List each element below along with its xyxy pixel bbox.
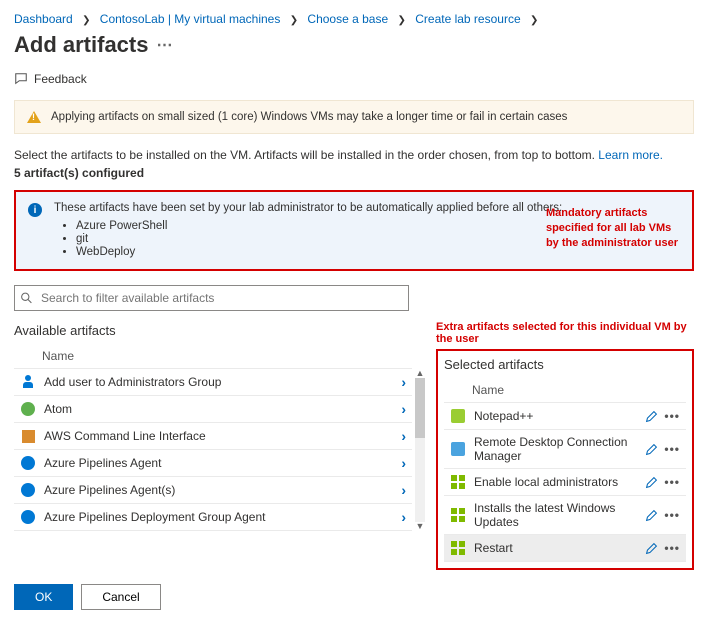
more-icon[interactable]: •••	[664, 541, 680, 555]
scrollbar[interactable]: ▲ ▼	[414, 369, 426, 531]
search-box[interactable]	[14, 285, 409, 311]
crumb-choose-base[interactable]: Choose a base	[307, 12, 388, 26]
available-row[interactable]: Azure Pipelines Agent›	[14, 450, 412, 477]
info-icon: i	[28, 203, 42, 217]
artifact-label: Add user to Administrators Group	[44, 375, 401, 389]
chevron-right-icon: ❯	[530, 15, 538, 26]
chevron-right-icon: ›	[401, 401, 406, 417]
row-tools: •••	[645, 409, 680, 423]
row-tools: •••	[645, 508, 680, 522]
crumb-dashboard[interactable]: Dashboard	[14, 12, 73, 26]
scroll-thumb[interactable]	[415, 378, 425, 438]
instruction-text: Select the artifacts to be installed on …	[14, 148, 694, 162]
notepad-icon	[450, 408, 466, 424]
artifact-label: Enable local administrators	[474, 475, 645, 489]
feedback-icon	[14, 72, 28, 86]
selected-callout: Extra artifacts selected for this indivi…	[436, 321, 694, 345]
grid-icon	[450, 540, 466, 556]
chevron-right-icon: ›	[401, 455, 406, 471]
grid-icon	[450, 474, 466, 490]
row-tools: •••	[645, 541, 680, 555]
more-icon[interactable]: •••	[664, 475, 680, 489]
crumb-create-resource[interactable]: Create lab resource	[415, 12, 520, 26]
azure-icon	[20, 482, 36, 498]
artifact-label: AWS Command Line Interface	[44, 429, 401, 443]
artifact-label: Installs the latest Windows Updates	[474, 501, 645, 529]
chevron-right-icon: ›	[401, 428, 406, 444]
page-title: Add artifacts ⋯	[14, 32, 694, 58]
artifact-label: Restart	[474, 541, 645, 555]
button-bar: OK Cancel	[14, 584, 694, 610]
rdcm-icon	[450, 441, 466, 457]
more-icon[interactable]: •••	[664, 442, 680, 456]
artifact-label: Atom	[44, 402, 401, 416]
grid-icon	[450, 507, 466, 523]
row-tools: •••	[645, 442, 680, 456]
available-artifacts-panel: Available artifacts Name ▲ ▼ Add user to…	[14, 321, 412, 531]
selected-row[interactable]: Restart •••	[444, 535, 686, 562]
edit-icon[interactable]	[645, 443, 658, 456]
edit-icon[interactable]	[645, 476, 658, 489]
edit-icon[interactable]	[645, 509, 658, 522]
scroll-up-icon[interactable]: ▲	[416, 369, 425, 378]
edit-icon[interactable]	[645, 542, 658, 555]
configured-count: 5 artifact(s) configured	[14, 166, 694, 180]
chevron-right-icon: ›	[401, 482, 406, 498]
azure-icon	[20, 455, 36, 471]
selected-row[interactable]: Enable local administrators •••	[444, 469, 686, 496]
selected-row[interactable]: Installs the latest Windows Updates •••	[444, 496, 686, 535]
person-icon	[20, 374, 36, 390]
more-icon[interactable]: •••	[664, 409, 680, 423]
selected-list: Notepad++•••Remote Desktop Connection Ma…	[444, 403, 686, 562]
available-col-name[interactable]: Name	[14, 344, 412, 369]
mandatory-callout: Mandatory artifacts specified for all la…	[546, 206, 678, 251]
crumb-lab[interactable]: ContosoLab | My virtual machines	[100, 12, 281, 26]
warning-banner: Applying artifacts on small sized (1 cor…	[14, 100, 694, 134]
chevron-right-icon: ❯	[290, 15, 298, 26]
selected-row[interactable]: Remote Desktop Connection Manager •••	[444, 430, 686, 469]
selected-col-name[interactable]: Name	[444, 378, 686, 403]
learn-more-link[interactable]: Learn more.	[598, 148, 663, 162]
available-row[interactable]: Azure Pipelines Agent(s)›	[14, 477, 412, 504]
feedback-label: Feedback	[34, 72, 87, 86]
artifact-label: Azure Pipelines Agent	[44, 456, 401, 470]
more-icon[interactable]: •••	[664, 508, 680, 522]
chevron-right-icon: ❯	[82, 15, 90, 26]
chevron-right-icon: ›	[401, 509, 406, 525]
available-row[interactable]: Atom›	[14, 396, 412, 423]
warning-icon	[27, 111, 41, 123]
edit-icon[interactable]	[645, 410, 658, 423]
feedback-link[interactable]: Feedback	[14, 72, 694, 86]
search-icon	[20, 292, 33, 305]
artifact-label: Azure Pipelines Agent(s)	[44, 483, 401, 497]
cancel-button[interactable]: Cancel	[81, 584, 160, 610]
available-row[interactable]: AWS Command Line Interface›	[14, 423, 412, 450]
available-row[interactable]: Add user to Administrators Group›	[14, 369, 412, 396]
atom-icon	[20, 401, 36, 417]
ok-button[interactable]: OK	[14, 584, 73, 610]
available-list: ▲ ▼ Add user to Administrators Group›Ato…	[14, 369, 412, 531]
artifact-label: Azure Pipelines Deployment Group Agent	[44, 510, 401, 524]
available-row[interactable]: Azure Pipelines Deployment Group Agent›	[14, 504, 412, 531]
artifact-label: Remote Desktop Connection Manager	[474, 435, 645, 463]
breadcrumb: Dashboard ❯ ContosoLab | My virtual mach…	[14, 12, 694, 26]
azure-icon	[20, 509, 36, 525]
box-icon	[20, 428, 36, 444]
available-title: Available artifacts	[14, 323, 412, 338]
row-tools: •••	[645, 475, 680, 489]
selected-row[interactable]: Notepad++ •••	[444, 403, 686, 430]
chevron-right-icon: ❯	[398, 15, 406, 26]
more-icon[interactable]: ⋯	[156, 35, 173, 55]
chevron-right-icon: ›	[401, 374, 406, 390]
mandatory-artifacts-box: i These artifacts have been set by your …	[14, 190, 694, 271]
search-input[interactable]	[14, 285, 409, 311]
selected-title: Selected artifacts	[444, 357, 686, 372]
artifact-label: Notepad++	[474, 409, 645, 423]
selected-artifacts-panel: Selected artifacts Name Notepad++•••Remo…	[436, 349, 694, 570]
scroll-down-icon[interactable]: ▼	[416, 522, 425, 531]
warning-text: Applying artifacts on small sized (1 cor…	[51, 111, 567, 123]
